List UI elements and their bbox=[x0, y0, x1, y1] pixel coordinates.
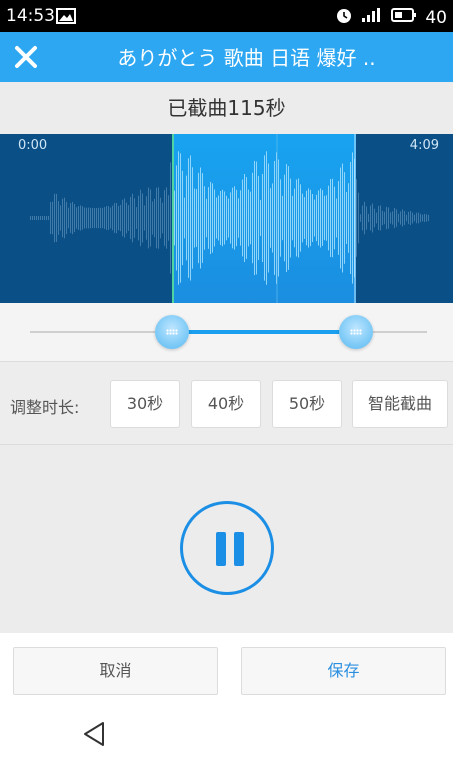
battery-icon bbox=[391, 7, 417, 28]
pause-icon bbox=[216, 532, 226, 566]
battery-level: 40 bbox=[425, 7, 447, 28]
close-icon[interactable] bbox=[10, 41, 42, 73]
slider-start-handle[interactable] bbox=[155, 315, 189, 349]
image-notification-icon bbox=[56, 8, 76, 29]
system-nav-bar bbox=[0, 707, 453, 759]
playback-area bbox=[0, 445, 453, 633]
waveform-graphic bbox=[30, 134, 429, 303]
duration-adjust: 调整时长: 30秒 40秒 50秒 智能截曲 bbox=[0, 362, 453, 445]
status-bar: 14:53 40 bbox=[0, 0, 453, 32]
start-time: 0:00 bbox=[18, 138, 48, 153]
smart-cut-button[interactable]: 智能截曲 bbox=[352, 380, 448, 428]
duration-50s-button[interactable]: 50秒 bbox=[272, 380, 342, 428]
save-button[interactable]: 保存 bbox=[241, 647, 446, 695]
duration-30s-button[interactable]: 30秒 bbox=[110, 380, 180, 428]
signal-icon bbox=[361, 7, 383, 28]
alarm-icon bbox=[335, 6, 353, 29]
adjust-label: 调整时长: bbox=[10, 398, 80, 417]
cancel-button[interactable]: 取消 bbox=[13, 647, 218, 695]
back-icon[interactable] bbox=[82, 721, 106, 751]
range-slider bbox=[0, 303, 453, 362]
duration-40s-button[interactable]: 40秒 bbox=[191, 380, 261, 428]
pause-button[interactable] bbox=[180, 501, 274, 595]
slider-end-handle[interactable] bbox=[339, 315, 373, 349]
song-title: ありがとう 歌曲 日语 爆好 .. bbox=[117, 46, 376, 70]
slider-track-selected bbox=[172, 330, 356, 334]
status-right: 40 bbox=[335, 6, 447, 29]
status-time: 14:53 bbox=[6, 6, 55, 26]
end-time: 4:09 bbox=[409, 138, 439, 153]
app-bar: ありがとう 歌曲 日语 爆好 .. bbox=[0, 32, 453, 82]
waveform[interactable]: 0:00 4:09 bbox=[0, 134, 453, 303]
bottom-actions: 取消 保存 bbox=[0, 633, 453, 707]
cut-duration-text: 已截曲115秒 bbox=[0, 82, 453, 134]
